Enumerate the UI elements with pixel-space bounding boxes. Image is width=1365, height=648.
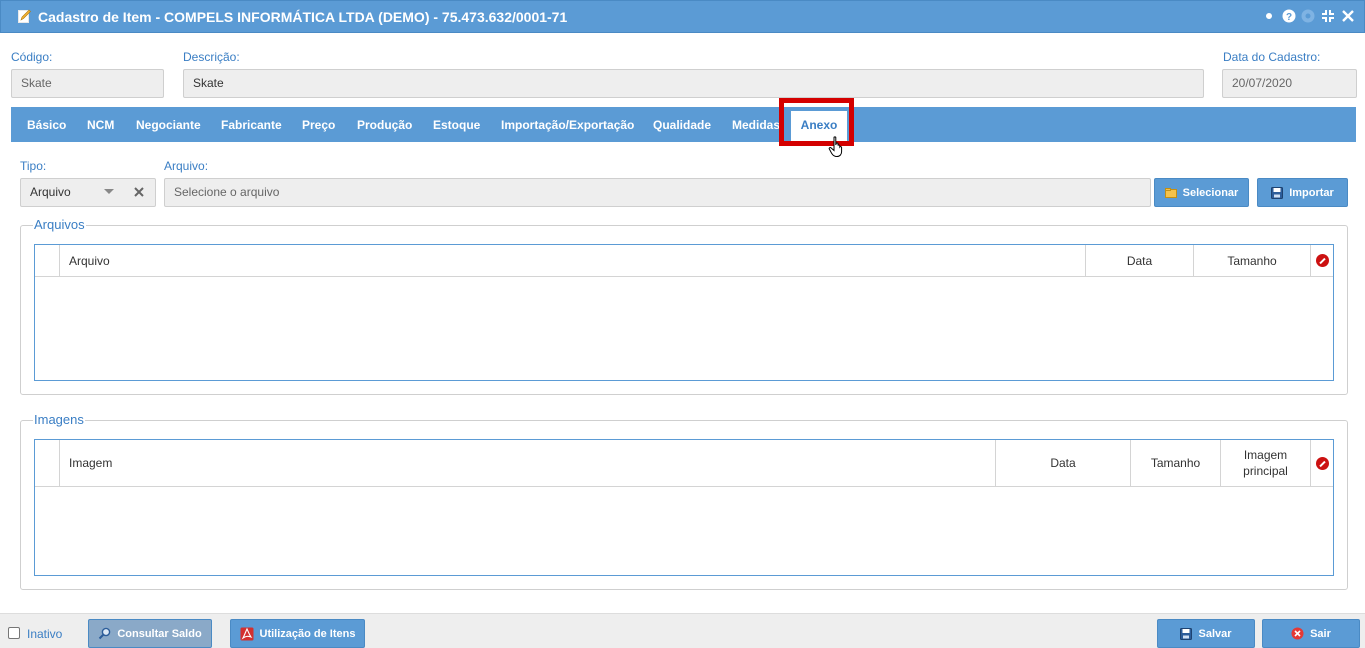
arquivos-grid: Arquivo Data Tamanho bbox=[34, 244, 1334, 381]
magnifier-icon bbox=[99, 627, 111, 640]
exit-icon bbox=[1291, 627, 1304, 640]
codigo-label: Código: bbox=[11, 50, 53, 64]
tipo-value: Arquivo bbox=[30, 185, 71, 199]
descricao-label: Descrição: bbox=[183, 50, 240, 64]
arquivos-grid-header: Arquivo Data Tamanho bbox=[35, 245, 1333, 277]
window-titlebar: Cadastro de Item - COMPELS INFORMÁTICA L… bbox=[0, 0, 1365, 33]
tab-producao[interactable]: Produção bbox=[357, 107, 412, 142]
utilizacao-itens-label: Utilização de Itens bbox=[259, 627, 356, 640]
importar-label: Importar bbox=[1289, 186, 1334, 199]
salvar-label: Salvar bbox=[1198, 627, 1232, 640]
data-cadastro-label: Data do Cadastro: bbox=[1223, 50, 1321, 64]
data-column-header[interactable]: Data bbox=[1085, 245, 1193, 276]
tab-bar: Básico NCM Negociante Fabricante Preço P… bbox=[11, 107, 1356, 146]
tamanho-column-header[interactable]: Tamanho bbox=[1193, 245, 1310, 276]
sair-label: Sair bbox=[1310, 627, 1331, 640]
save-icon bbox=[1180, 627, 1193, 640]
close-icon[interactable] bbox=[1341, 9, 1355, 23]
minimize-dot-icon[interactable] bbox=[1262, 9, 1276, 23]
save-icon bbox=[1271, 186, 1284, 199]
arquivo-label: Arquivo: bbox=[164, 159, 209, 173]
codigo-field[interactable]: Skate bbox=[11, 69, 164, 98]
tamanho-column-header[interactable]: Tamanho bbox=[1130, 440, 1220, 486]
consultar-saldo-button[interactable]: Consultar Saldo bbox=[88, 619, 212, 648]
inativo-label[interactable]: Inativo bbox=[27, 627, 62, 641]
importar-button[interactable]: Importar bbox=[1257, 178, 1348, 207]
tab-estoque[interactable]: Estoque bbox=[433, 107, 480, 142]
tab-ncm[interactable]: NCM bbox=[87, 107, 114, 142]
arquivo-input[interactable]: Selecione o arquivo bbox=[164, 178, 1151, 207]
descricao-field[interactable]: Skate bbox=[183, 69, 1204, 98]
pdf-icon bbox=[240, 627, 253, 640]
clear-icon[interactable] bbox=[134, 187, 144, 197]
compress-icon[interactable] bbox=[1321, 9, 1335, 23]
tab-importacao-exportacao[interactable]: Importação/Exportação bbox=[501, 107, 634, 142]
data-column-header[interactable]: Data bbox=[995, 440, 1130, 486]
sair-button[interactable]: Sair bbox=[1262, 619, 1360, 648]
edit-icon bbox=[18, 9, 31, 23]
remove-icon[interactable] bbox=[1316, 254, 1329, 267]
delete-column-header[interactable] bbox=[1310, 245, 1334, 276]
chevron-down-icon[interactable] bbox=[104, 189, 114, 194]
imagens-grid: Imagem Data Tamanho Imagem principal bbox=[34, 439, 1334, 576]
tab-fabricante[interactable]: Fabricante bbox=[221, 107, 282, 142]
imagem-principal-column-header[interactable]: Imagem principal bbox=[1220, 440, 1310, 486]
arquivo-column-header[interactable]: Arquivo bbox=[59, 245, 1085, 276]
hand-cursor-icon bbox=[828, 136, 843, 158]
imagens-grid-header: Imagem Data Tamanho Imagem principal bbox=[35, 440, 1333, 487]
tab-basico[interactable]: Básico bbox=[27, 107, 66, 142]
data-cadastro-field[interactable]: 20/07/2020 bbox=[1222, 69, 1357, 98]
tab-medidas[interactable]: Medidas bbox=[732, 107, 780, 142]
arquivos-legend: Arquivos bbox=[33, 217, 86, 232]
tab-qualidade[interactable]: Qualidade bbox=[653, 107, 711, 142]
tab-negociante[interactable]: Negociante bbox=[136, 107, 201, 142]
inativo-checkbox[interactable] bbox=[8, 627, 20, 639]
window-title: Cadastro de Item - COMPELS INFORMÁTICA L… bbox=[38, 9, 568, 25]
svg-text:?: ? bbox=[1286, 12, 1292, 23]
utilizacao-itens-button[interactable]: Utilização de Itens bbox=[230, 619, 365, 648]
consultar-saldo-label: Consultar Saldo bbox=[117, 627, 202, 640]
folder-icon bbox=[1164, 187, 1177, 198]
settings-icon[interactable] bbox=[1301, 9, 1315, 23]
salvar-button[interactable]: Salvar bbox=[1157, 619, 1255, 648]
imagens-legend: Imagens bbox=[33, 412, 85, 427]
tipo-label: Tipo: bbox=[20, 159, 47, 173]
selecionar-button[interactable]: Selecionar bbox=[1154, 178, 1249, 207]
tab-preco[interactable]: Preço bbox=[302, 107, 335, 142]
remove-icon[interactable] bbox=[1316, 456, 1329, 470]
selecionar-label: Selecionar bbox=[1182, 186, 1239, 199]
imagem-column-header[interactable]: Imagem bbox=[59, 440, 995, 486]
help-icon[interactable]: ? bbox=[1282, 9, 1296, 23]
delete-column-header[interactable] bbox=[1310, 440, 1334, 486]
